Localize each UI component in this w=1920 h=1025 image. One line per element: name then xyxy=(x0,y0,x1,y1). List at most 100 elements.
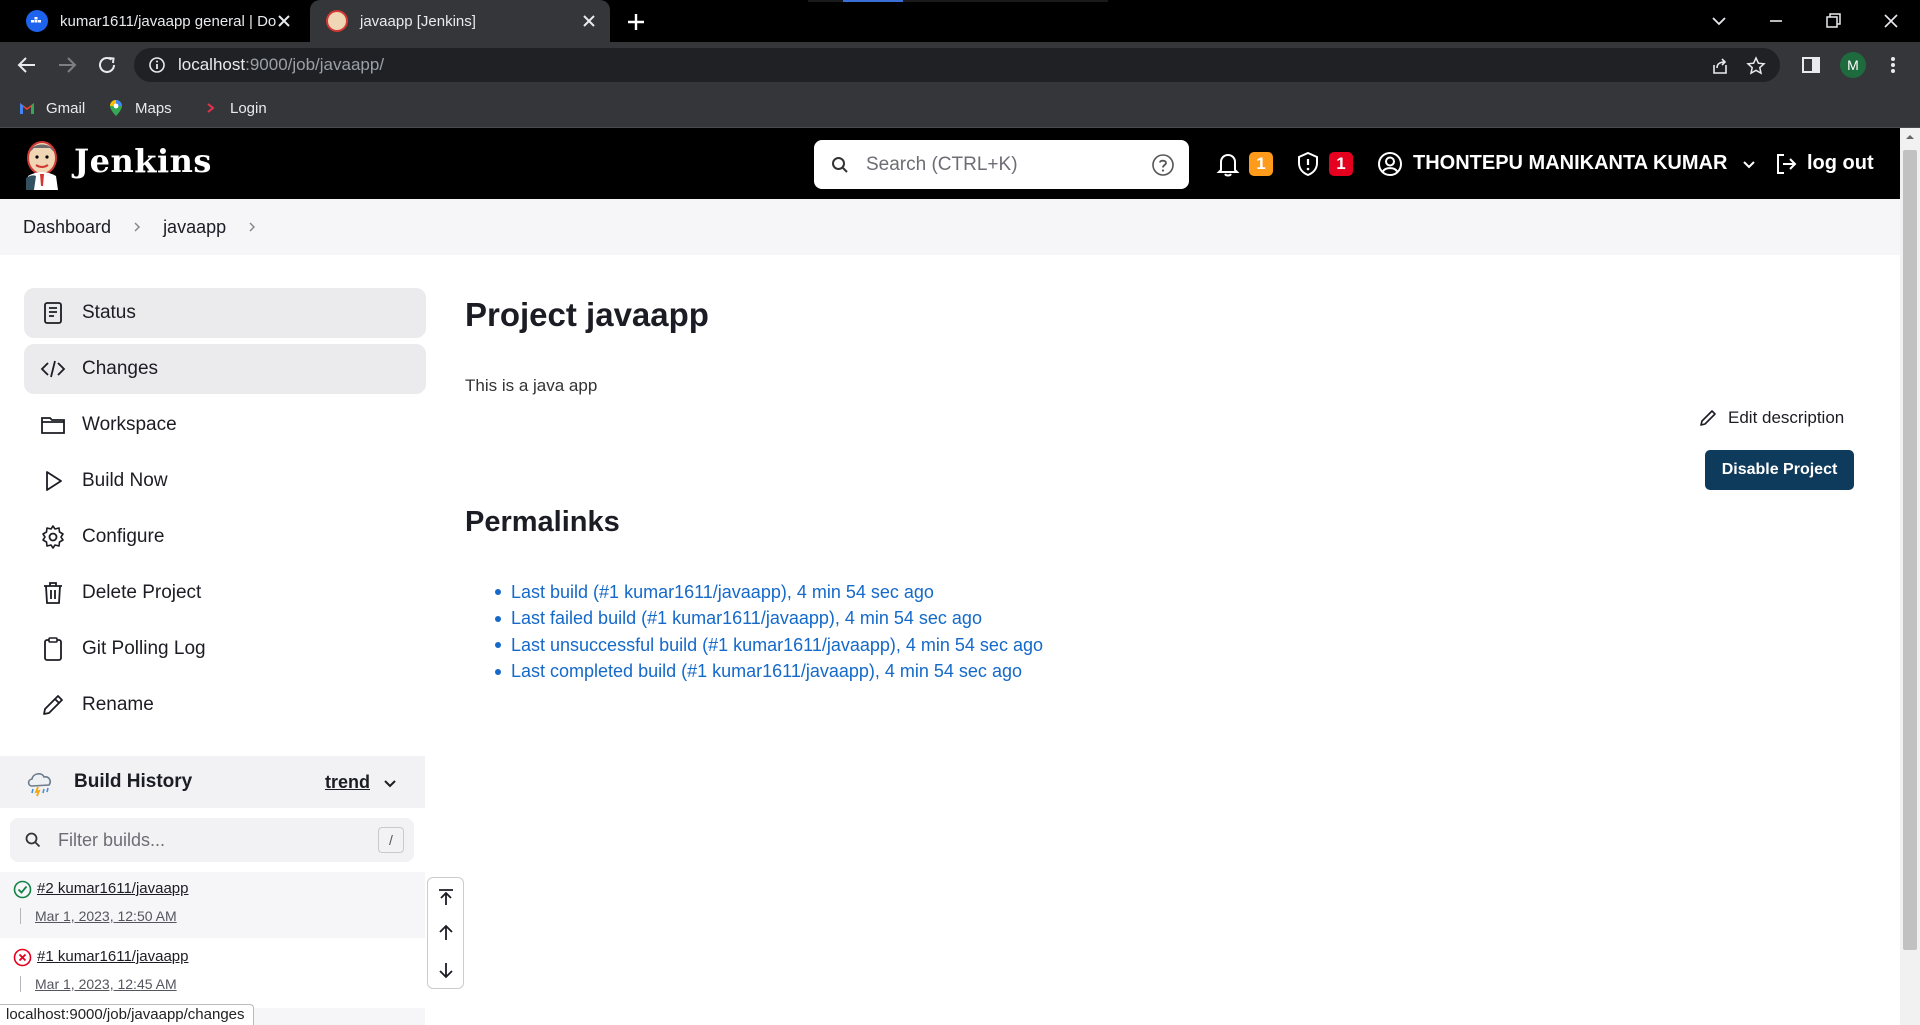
scrollbar-thumb[interactable] xyxy=(1903,150,1917,950)
build-link[interactable]: #2 kumar1611/javaapp xyxy=(37,880,189,897)
build-history-title: Build History xyxy=(74,771,193,792)
user-menu[interactable]: THONTEPU MANIKANTA KUMAR xyxy=(1377,128,1757,199)
sidebar-item-changes[interactable]: Changes xyxy=(24,344,426,394)
gmail-icon xyxy=(20,103,34,114)
close-icon[interactable] xyxy=(580,12,598,30)
profile-avatar[interactable]: M xyxy=(1840,52,1866,78)
build-date-link[interactable]: Mar 1, 2023, 12:50 AM xyxy=(35,908,177,924)
address-bar[interactable]: localhost:9000/job/javaapp/ xyxy=(134,48,1780,82)
folder-icon xyxy=(41,417,65,434)
bookmark-gmail[interactable]: Gmail xyxy=(18,88,85,128)
page-scrollbar[interactable] xyxy=(1900,128,1920,1025)
scroll-up-arrow-icon[interactable] xyxy=(1905,132,1915,142)
kebab-menu-icon[interactable] xyxy=(1881,53,1905,77)
minimize-icon[interactable] xyxy=(1764,9,1788,33)
bookmarks-bar: Gmail Maps Login xyxy=(0,88,1920,128)
build-history-entry: #2 kumar1611/javaapp Mar 1, 2023, 12:50 … xyxy=(0,872,425,938)
bookmark-maps[interactable]: Maps xyxy=(107,88,172,128)
bell-icon[interactable] xyxy=(1214,150,1242,178)
weather-storm-icon xyxy=(27,773,51,797)
reload-icon[interactable] xyxy=(95,53,119,77)
browser-tab-bar: kumar1611/javaapp general | Do javaapp [… xyxy=(0,0,1920,42)
permalink-last-completed-build[interactable]: Last completed build (#1 kumar1611/javaa… xyxy=(495,659,1043,686)
disable-project-button[interactable]: Disable Project xyxy=(1705,450,1854,490)
side-panel-icon[interactable] xyxy=(1799,53,1823,77)
permalink-last-failed-build[interactable]: Last failed build (#1 kumar1611/javaapp)… xyxy=(495,606,1043,633)
sidebar-item-status[interactable]: Status xyxy=(24,288,426,338)
chevron-right-icon[interactable] xyxy=(131,221,143,233)
search-input[interactable] xyxy=(866,153,1126,176)
window-close-icon[interactable] xyxy=(1879,9,1903,33)
edit-description-link[interactable]: Edit description xyxy=(1698,408,1844,428)
help-icon[interactable] xyxy=(1151,153,1175,177)
build-link[interactable]: #1 kumar1611/javaapp xyxy=(37,948,189,965)
permalinks-list: Last build (#1 kumar1611/javaapp), 4 min… xyxy=(495,579,1043,685)
chevron-down-icon xyxy=(1743,160,1756,168)
browser-tab-title: javaapp [Jenkins] xyxy=(360,12,476,30)
login-icon xyxy=(207,103,215,113)
status-icon xyxy=(44,302,62,324)
build-history-entry: #1 kumar1611/javaapp Mar 1, 2023, 12:45 … xyxy=(0,940,425,1006)
gear-icon xyxy=(42,525,64,549)
tab-search-icon[interactable] xyxy=(1707,9,1731,33)
browser-tab-docker[interactable]: kumar1611/javaapp general | Do xyxy=(10,0,305,42)
breadcrumb-javaapp[interactable]: javaapp xyxy=(163,217,226,238)
jenkins-header: Jenkins 1 1 THONTEPU MANIKANTA KUMAR log… xyxy=(0,128,1900,199)
filter-builds: / xyxy=(10,818,414,862)
arrow-up-icon[interactable] xyxy=(436,923,456,943)
trash-icon xyxy=(44,582,62,604)
search-icon xyxy=(25,832,41,848)
browser-tab-title: kumar1611/javaapp general | Do xyxy=(60,12,277,30)
logout-icon xyxy=(1777,153,1797,174)
chevron-down-icon[interactable] xyxy=(382,775,398,791)
chevron-right-icon[interactable] xyxy=(246,221,258,233)
sidebar-tasks: Status Changes Workspace Build Now Confi… xyxy=(24,288,426,736)
bookmark-star-icon[interactable] xyxy=(1746,56,1766,76)
code-icon xyxy=(40,360,66,378)
keyboard-shortcut-hint: / xyxy=(378,827,404,853)
permalink-last-unsuccessful-build[interactable]: Last unsuccessful build (#1 kumar1611/ja… xyxy=(495,632,1043,659)
breadcrumb-dashboard[interactable]: Dashboard xyxy=(23,217,111,238)
build-history-scroll-controls xyxy=(427,877,464,989)
clipboard-icon xyxy=(44,637,62,661)
notifications-badge[interactable]: 1 xyxy=(1249,152,1273,176)
filter-builds-input[interactable] xyxy=(58,829,358,851)
failed-icon xyxy=(13,948,32,967)
jenkins-brand-title[interactable]: Jenkins xyxy=(74,142,212,180)
new-tab-icon[interactable] xyxy=(622,8,650,36)
close-icon[interactable] xyxy=(275,12,293,30)
permalink-last-build[interactable]: Last build (#1 kumar1611/javaapp), 4 min… xyxy=(495,579,1043,606)
jenkins-icon xyxy=(326,10,348,32)
build-date-link[interactable]: Mar 1, 2023, 12:45 AM xyxy=(35,976,177,992)
shield-icon[interactable] xyxy=(1294,150,1322,178)
sidebar-item-rename[interactable]: Rename xyxy=(24,680,426,730)
sidebar-item-git-polling-log[interactable]: Git Polling Log xyxy=(24,624,426,674)
browser-toolbar: localhost:9000/job/javaapp/ M xyxy=(0,42,1920,88)
share-icon[interactable] xyxy=(1710,56,1730,76)
sidebar-item-build-now[interactable]: Build Now xyxy=(24,456,426,506)
trend-link[interactable]: trend xyxy=(325,772,370,793)
security-badge[interactable]: 1 xyxy=(1329,152,1353,176)
scroll-to-top-icon[interactable] xyxy=(436,887,456,907)
build-history-header: Build History trend xyxy=(0,756,425,808)
build-divider xyxy=(20,908,21,924)
project-description: This is a java app xyxy=(465,376,598,395)
jenkins-logo[interactable] xyxy=(22,138,62,190)
restore-icon[interactable] xyxy=(1821,9,1845,33)
bookmark-login[interactable]: Login xyxy=(202,88,267,128)
sidebar-item-workspace[interactable]: Workspace xyxy=(24,400,426,450)
maps-icon xyxy=(110,100,122,116)
sidebar-item-configure[interactable]: Configure xyxy=(24,512,426,562)
url-text: localhost:9000/job/javaapp/ xyxy=(178,55,385,74)
forward-icon[interactable] xyxy=(55,53,79,77)
arrow-down-icon[interactable] xyxy=(436,960,456,980)
link-status-bubble: localhost:9000/job/javaapp/changes xyxy=(0,1004,254,1025)
browser-tab-jenkins[interactable]: javaapp [Jenkins] xyxy=(310,0,610,42)
breadcrumb: Dashboard javaapp xyxy=(0,199,1900,255)
site-info-icon[interactable] xyxy=(148,56,166,74)
sidebar-item-delete-project[interactable]: Delete Project xyxy=(24,568,426,618)
logout-link[interactable]: log out xyxy=(1773,128,1874,199)
page-title: Project javaapp xyxy=(465,296,709,333)
search-icon xyxy=(832,156,848,173)
back-icon[interactable] xyxy=(15,53,39,77)
